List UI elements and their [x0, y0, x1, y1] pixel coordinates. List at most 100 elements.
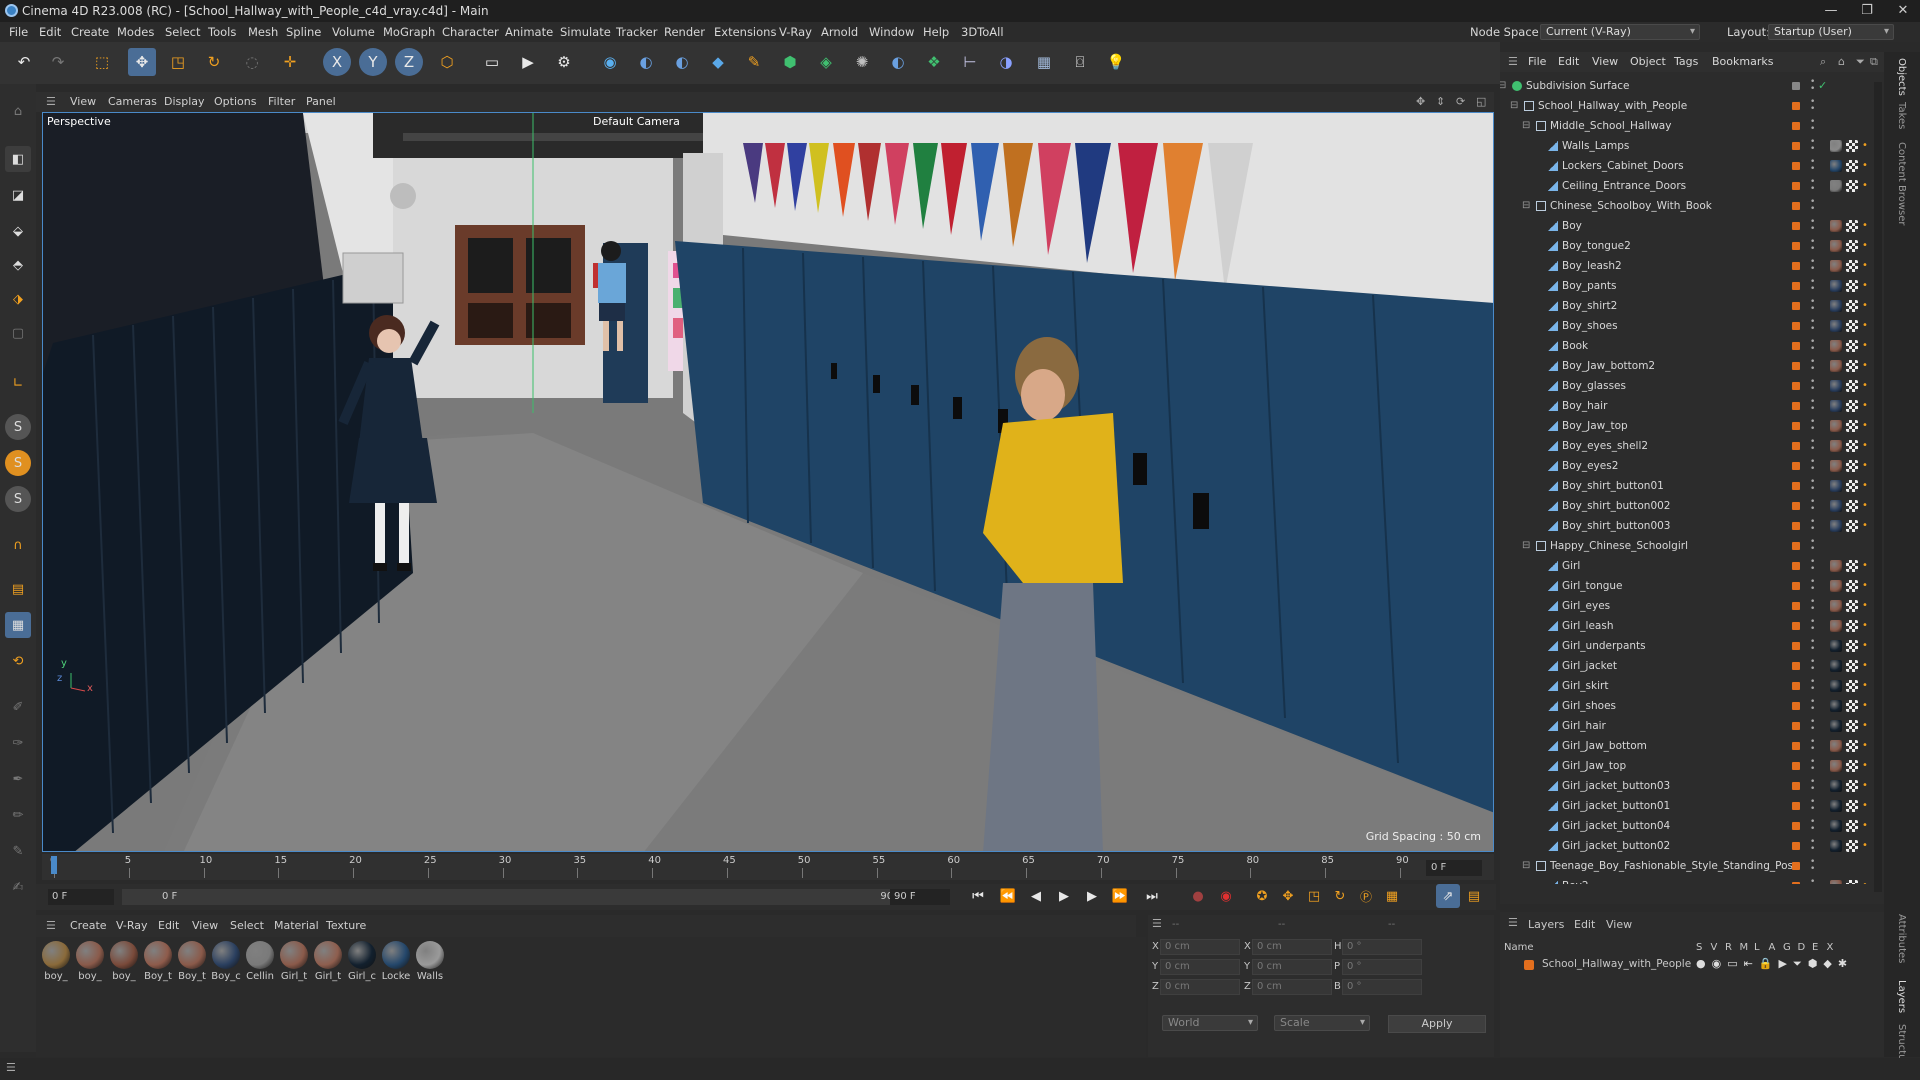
layer-swatch[interactable]	[1792, 222, 1800, 230]
object-row[interactable]: Girl_leash • • •	[1500, 616, 1870, 636]
material-menu-create[interactable]: Create	[70, 915, 107, 937]
material-tag-icon[interactable]	[1830, 180, 1842, 192]
layer-swatch[interactable]	[1792, 282, 1800, 290]
object-row[interactable]: Boy_leash2 • • •	[1500, 256, 1870, 276]
key-icon[interactable]: ✪	[1250, 884, 1274, 908]
layer-column-header[interactable]: M	[1740, 942, 1749, 953]
y-axis-icon[interactable]: Y	[359, 48, 387, 76]
viewport-menu-handle-icon[interactable]: ☰	[46, 92, 56, 112]
layers-menu-view[interactable]: View	[1606, 918, 1632, 931]
object-row[interactable]: ⊟ School_Hallway_with_People • •	[1500, 96, 1870, 116]
material-swatch[interactable]: boy_	[74, 941, 106, 982]
layer-swatch[interactable]	[1792, 442, 1800, 450]
cube2-icon[interactable]: ◈	[812, 48, 840, 76]
object-row[interactable]: Boy • • •	[1500, 216, 1870, 236]
points-mode-icon[interactable]: ⬙	[5, 218, 31, 244]
visibility-dots-icon[interactable]: • •	[1810, 598, 1815, 614]
phong-tag-icon[interactable]: •	[1862, 496, 1868, 516]
viewport-rotate-icon[interactable]: ⟳	[1456, 92, 1465, 112]
material-tag-icon[interactable]	[1830, 380, 1842, 392]
object-row[interactable]: Boy_shirt_button003 • • •	[1500, 516, 1870, 536]
visibility-dots-icon[interactable]: • •	[1810, 678, 1815, 694]
layer-column-header[interactable]: S	[1696, 942, 1702, 953]
x-axis-icon[interactable]: X	[323, 48, 351, 76]
locked-workplane-icon[interactable]: ⟲	[5, 648, 31, 674]
texture-tag-icon[interactable]	[1846, 660, 1858, 672]
visibility-dots-icon[interactable]: • •	[1810, 478, 1815, 494]
layer-swatch[interactable]	[1792, 182, 1800, 190]
phong-tag-icon[interactable]: •	[1862, 376, 1868, 396]
range-slider[interactable]: 0 F 90 F	[122, 889, 912, 905]
texture-tag-icon[interactable]	[1846, 340, 1858, 352]
visibility-dots-icon[interactable]: • •	[1810, 218, 1815, 234]
visibility-dots-icon[interactable]: • •	[1810, 638, 1815, 654]
menu-file[interactable]: File	[9, 22, 28, 42]
visibility-dots-icon[interactable]: • •	[1810, 538, 1815, 554]
phong-tag-icon[interactable]: •	[1862, 136, 1868, 156]
sculpt-icon[interactable]: ✐	[5, 694, 31, 720]
new-window-icon[interactable]: ⧉	[1870, 52, 1878, 72]
material-tag-icon[interactable]	[1830, 420, 1842, 432]
polygons-mode-icon[interactable]: ⬗	[5, 286, 31, 312]
viewport-menu-view[interactable]: View	[70, 92, 96, 112]
texture-tag-icon[interactable]	[1846, 280, 1858, 292]
playhead-marker[interactable]	[51, 856, 57, 874]
phong-tag-icon[interactable]: •	[1862, 356, 1868, 376]
layout-select[interactable]: Startup (User)	[1768, 24, 1894, 40]
material-swatch[interactable]: boy_	[108, 941, 140, 982]
texture-tag-icon[interactable]	[1846, 400, 1858, 412]
current-frame-field[interactable]: 0 F	[1426, 860, 1482, 876]
visibility-dots-icon[interactable]: • •	[1810, 718, 1815, 734]
phong-tag-icon[interactable]: •	[1862, 296, 1868, 316]
layer-swatch[interactable]	[1792, 642, 1800, 650]
layer-swatch[interactable]	[1792, 542, 1800, 550]
material-tag-icon[interactable]	[1830, 400, 1842, 412]
material-tag-icon[interactable]	[1830, 520, 1842, 532]
expand-toggle-icon[interactable]: ⊟	[1510, 96, 1518, 116]
phong-tag-icon[interactable]: •	[1862, 636, 1868, 656]
layer-swatch[interactable]	[1792, 82, 1800, 90]
coord-menu-handle-icon[interactable]: ☰	[1152, 917, 1162, 930]
menu-help[interactable]: Help	[923, 22, 949, 42]
move-icon[interactable]: ✥	[128, 48, 156, 76]
viewport-menu-options[interactable]: Options	[214, 92, 256, 112]
deformer-icon[interactable]: ⊢	[956, 48, 984, 76]
layer-column-header[interactable]: A	[1769, 942, 1776, 953]
texture-tag-icon[interactable]	[1846, 160, 1858, 172]
light-icon[interactable]: 💡	[1102, 48, 1130, 76]
phong-tag-icon[interactable]: •	[1862, 756, 1868, 776]
uv-mode-icon[interactable]: ▢	[5, 320, 31, 346]
material-tag-icon[interactable]	[1830, 160, 1842, 172]
texture-tag-icon[interactable]	[1846, 320, 1858, 332]
layer-swatch[interactable]	[1792, 522, 1800, 530]
expand-toggle-icon[interactable]: ⊟	[1500, 76, 1506, 96]
phong-tag-icon[interactable]: •	[1862, 336, 1868, 356]
brush-icon[interactable]: ✒	[5, 766, 31, 792]
material-tag-icon[interactable]	[1830, 700, 1842, 712]
status-menu-icon[interactable]: ☰	[6, 1061, 16, 1074]
phong-tag-icon[interactable]: •	[1862, 476, 1868, 496]
undo-icon[interactable]: ↶	[10, 48, 38, 76]
material-tag-icon[interactable]	[1830, 640, 1842, 652]
material-tag-icon[interactable]	[1830, 600, 1842, 612]
go-to-end-icon[interactable]: ⏭	[1140, 884, 1164, 908]
layer-swatch[interactable]	[1792, 702, 1800, 710]
rotate-icon[interactable]: ↻	[200, 48, 228, 76]
model-mode-icon[interactable]: ◧	[5, 146, 31, 172]
object-row[interactable]: Boy_Jaw_top • • •	[1500, 416, 1870, 436]
object-row[interactable]: Girl_jacket_button01 • • •	[1500, 796, 1870, 816]
layer-column-header[interactable]: D	[1798, 942, 1806, 953]
phong-tag-icon[interactable]: •	[1862, 256, 1868, 276]
material-tag-icon[interactable]	[1830, 560, 1842, 572]
snap-icon[interactable]: S	[5, 414, 31, 440]
material-menu-view[interactable]: View	[192, 915, 218, 937]
add-icon[interactable]: ✛	[276, 48, 304, 76]
snap-3d-icon[interactable]: S	[5, 486, 31, 512]
visibility-dots-icon[interactable]: • •	[1810, 438, 1815, 454]
material-tag-icon[interactable]	[1830, 880, 1842, 884]
phong-tag-icon[interactable]: •	[1862, 816, 1868, 836]
start-frame-field[interactable]: 0 F	[48, 889, 114, 905]
material-swatch[interactable]: Boy_c	[210, 941, 242, 982]
phong-tag-icon[interactable]: •	[1862, 176, 1868, 196]
viewport-camera-name[interactable]: Default Camera	[593, 115, 680, 128]
